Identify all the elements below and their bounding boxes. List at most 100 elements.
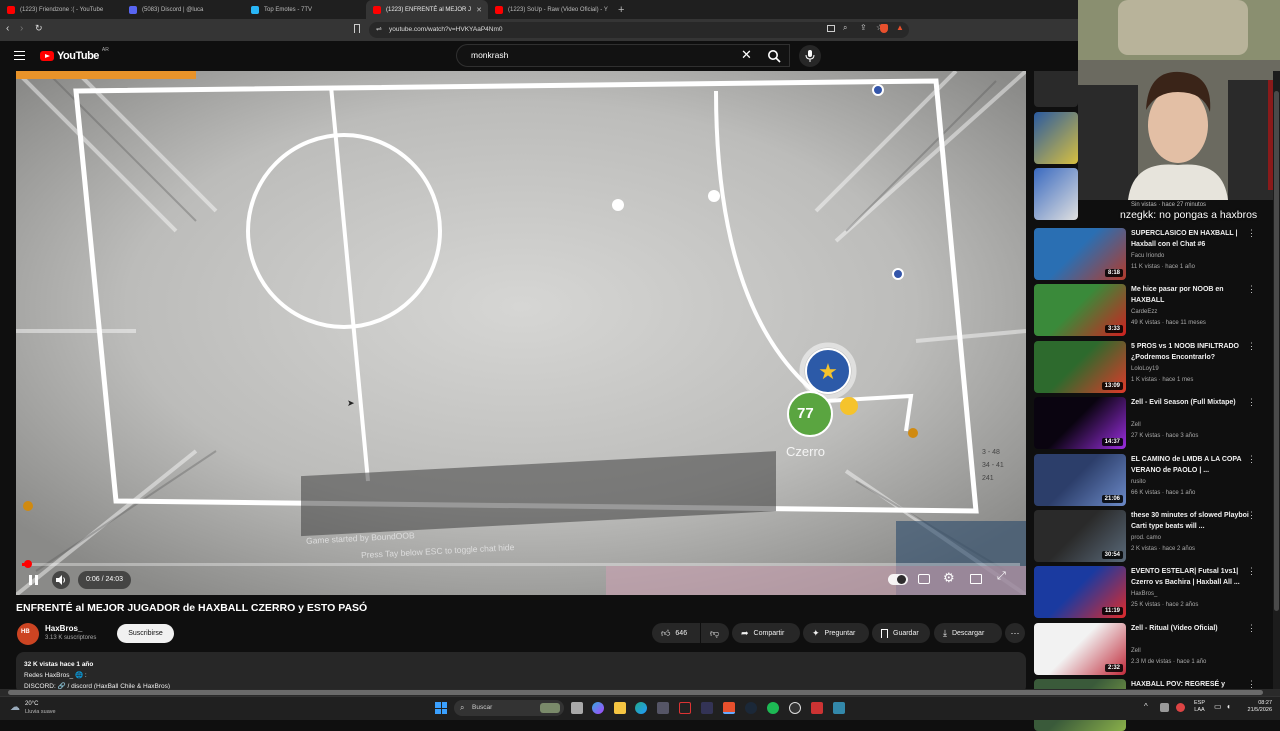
recommended-video[interactable]: 30:54 these 30 minutes of slowed Playboi …	[1034, 510, 1280, 562]
save-button[interactable]: Guardar	[872, 623, 930, 643]
share-button[interactable]: ➦ Compartir	[732, 623, 800, 643]
back-icon[interactable]: ‹	[6, 23, 9, 34]
recommended-video[interactable]: 8:18 SUPERCLASICO EN HAXBALL | Haxball co…	[1034, 228, 1280, 280]
search-button[interactable]	[760, 44, 788, 67]
channel-avatar[interactable]: HB	[17, 623, 39, 645]
more-vertical-icon[interactable]: ⋮	[1247, 228, 1256, 239]
windows-start-button[interactable]	[435, 702, 447, 714]
subtitles-icon[interactable]	[918, 574, 930, 584]
video-player[interactable]: ★ 77 Czerro 3 - 48 34 - 41 241 Game star…	[16, 71, 1026, 595]
app-icon[interactable]	[701, 702, 713, 714]
ask-button[interactable]: ✦ Preguntar	[803, 623, 869, 643]
app-icon[interactable]	[833, 702, 845, 714]
zoom-icon[interactable]: ⌕	[843, 23, 847, 33]
description-box[interactable]: 32 K vistas hace 1 año Redes HaxBros_ 🌐 …	[16, 652, 1026, 694]
bookmark-icon[interactable]	[354, 24, 360, 33]
app-icon[interactable]	[811, 702, 823, 714]
more-vertical-icon[interactable]: ⋮	[1247, 454, 1256, 465]
forward-icon[interactable]: ›	[20, 23, 23, 34]
volume-button[interactable]	[52, 571, 70, 589]
more-vertical-icon[interactable]: ⋮	[1247, 566, 1256, 577]
more-vertical-icon[interactable]: ⋮	[1247, 341, 1256, 352]
obs-icon[interactable]	[789, 702, 801, 714]
show-hidden-icons-icon[interactable]: ^	[1144, 702, 1148, 711]
partial-thumbnail[interactable]	[1034, 112, 1078, 164]
app-icon[interactable]	[679, 702, 691, 714]
previous-thumbnail[interactable]	[1034, 71, 1078, 107]
subscribe-button[interactable]: Suscribirse	[117, 624, 174, 643]
tab-label: (1223) Friendzone :( - YouTube	[20, 6, 104, 13]
taskbar-search[interactable]: ⌕ Buscar	[454, 700, 564, 716]
video-progress-bar[interactable]	[22, 560, 1020, 568]
clear-search-icon[interactable]: ✕	[741, 47, 752, 63]
video-thumbnail[interactable]: 21:06	[1034, 454, 1126, 506]
autoplay-toggle[interactable]	[888, 574, 908, 585]
video-thumbnail[interactable]: 8:18	[1034, 228, 1126, 280]
edge-icon[interactable]	[635, 702, 647, 714]
spotify-icon[interactable]	[767, 702, 779, 714]
new-tab-button[interactable]: +	[610, 4, 632, 16]
browser-tab[interactable]: (1223) Friendzone :( - YouTube	[0, 0, 122, 19]
tray-app-icon[interactable]	[1160, 703, 1169, 712]
close-tab-icon[interactable]: ✕	[476, 6, 482, 14]
browser-tab[interactable]: Top Emotes - 7TV	[244, 0, 366, 19]
recommended-video[interactable]: 3:33 Me hice pasar por NOOB en HAXBALL Car…	[1034, 284, 1280, 336]
brave-icon[interactable]	[723, 702, 735, 714]
clock[interactable]: 08:27 21/5/2026	[1242, 700, 1272, 714]
tray-app-icon[interactable]	[1176, 703, 1185, 712]
file-explorer-icon[interactable]	[614, 702, 626, 714]
reload-icon[interactable]: ↻	[35, 23, 43, 34]
menu-icon[interactable]	[14, 51, 25, 60]
rewards-icon[interactable]: ▲	[896, 23, 904, 32]
video-thumbnail[interactable]: 13:09	[1034, 341, 1126, 393]
more-vertical-icon[interactable]: ⋮	[1247, 623, 1256, 634]
pause-button[interactable]	[26, 572, 42, 588]
volume-icon[interactable]: ◖	[1226, 702, 1231, 711]
video-thumbnail[interactable]: 2:32	[1034, 623, 1126, 675]
progress-scrubber[interactable]	[23, 560, 32, 568]
task-view-icon[interactable]	[571, 702, 583, 714]
settings-icon[interactable]: ⚙	[943, 570, 955, 586]
like-button[interactable]: 👍︎ 646	[652, 623, 700, 643]
partial-thumbnail[interactable]	[1034, 168, 1078, 220]
recommended-video[interactable]: 21:06 EL CAMINO de LMDB A LA COPA VERANO …	[1034, 454, 1280, 506]
voice-search-button[interactable]	[799, 45, 821, 67]
recommended-video[interactable]: 2:32 Zell - Ritual (Video Oficial) Zell 2.3…	[1034, 623, 1280, 675]
copilot-icon[interactable]	[592, 702, 604, 714]
browser-tab[interactable]: (5083) Discord | @luca	[122, 0, 244, 19]
video-thumbnail[interactable]: 3:33	[1034, 284, 1126, 336]
scrollbar-thumb[interactable]	[8, 690, 1263, 695]
brave-shield-icon[interactable]	[880, 24, 888, 33]
recommended-video[interactable]: 14:37 Zell - Evil Season (Full Mixtape) Ze…	[1034, 397, 1280, 449]
search-input[interactable]: monkrash	[456, 44, 790, 67]
share-icon[interactable]: ⇪	[860, 23, 867, 32]
more-actions-button[interactable]: ⋯	[1005, 623, 1025, 643]
recommended-video[interactable]: 11:19 EVENTO ESTELAR| Futsal 1vs1| Czerro…	[1034, 566, 1280, 618]
channel-name[interactable]: HaxBros_	[45, 624, 82, 633]
steam-icon[interactable]	[745, 702, 757, 714]
dislike-button[interactable]: 👎︎	[701, 623, 729, 643]
language-indicator[interactable]: ESP LAA	[1194, 700, 1205, 714]
browser-tab[interactable]: (1223) SoUp - Raw (Video Oficial) - Y	[488, 0, 610, 19]
youtube-logo[interactable]: YouTube AR	[40, 47, 109, 62]
video-thumbnail[interactable]: 30:54	[1034, 510, 1126, 562]
weather-icon[interactable]: ☁	[10, 702, 20, 713]
video-thumbnail[interactable]: 11:19	[1034, 566, 1126, 618]
more-vertical-icon[interactable]: ⋮	[1247, 510, 1256, 521]
recommended-video[interactable]: 13:09 5 PROS vs 1 NOOB INFILTRADO ¿Podrem…	[1034, 341, 1280, 393]
horizontal-scrollbar[interactable]	[0, 689, 1280, 696]
video-thumbnail[interactable]: 14:37	[1034, 397, 1126, 449]
vertical-scrollbar[interactable]	[1273, 71, 1280, 689]
network-icon[interactable]: ▭	[1214, 702, 1222, 711]
cast-icon[interactable]	[827, 25, 835, 32]
more-vertical-icon[interactable]: ⋮	[1247, 397, 1256, 408]
browser-tab[interactable]: (1223) ENFRENTÉ al MEJOR J ✕	[366, 0, 488, 19]
recommended-title: EL CAMINO de LMDB A LA COPA VERANO de PA…	[1131, 456, 1242, 474]
more-vertical-icon[interactable]: ⋮	[1247, 284, 1256, 295]
calculator-icon[interactable]	[657, 702, 669, 714]
fullscreen-icon[interactable]: ⤢	[997, 570, 1006, 583]
download-button[interactable]: ⤓ Descargar	[934, 623, 1002, 643]
scrollbar-thumb[interactable]	[1274, 91, 1279, 611]
miniplayer-icon[interactable]	[970, 574, 982, 584]
site-info-icon[interactable]: ⇌	[376, 22, 382, 38]
